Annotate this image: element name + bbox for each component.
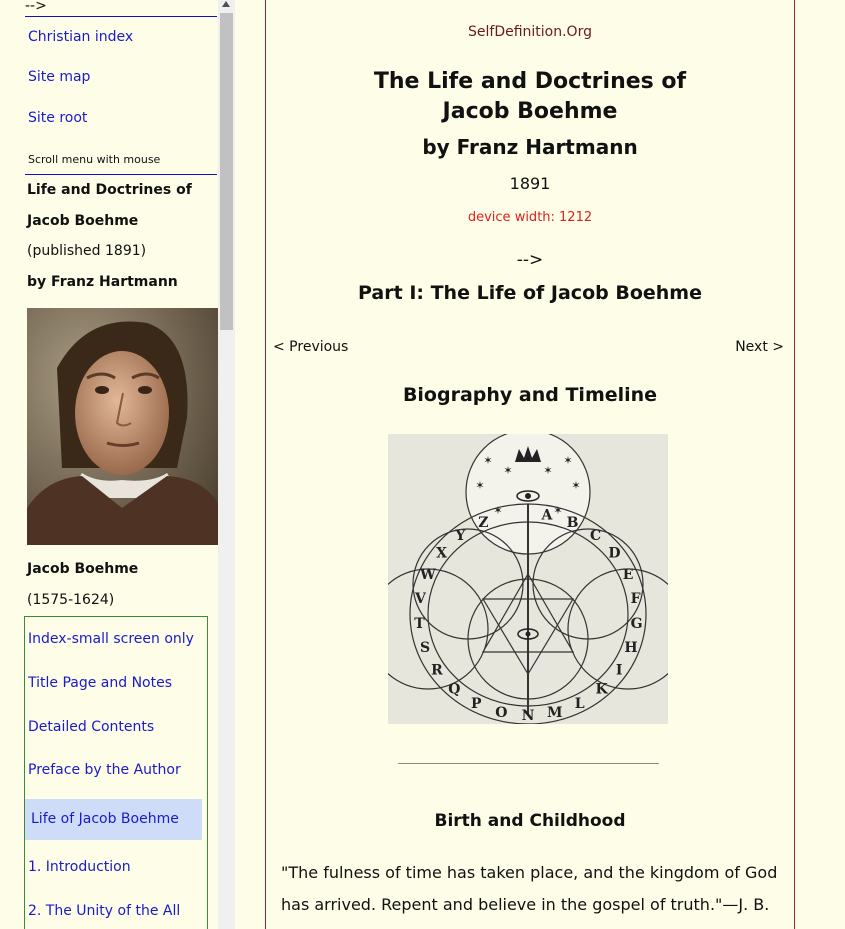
emblem-star-icon: ✶ (571, 479, 580, 492)
emblem-letter: R (431, 663, 443, 679)
christian-index-link[interactable]: Christian index (28, 29, 133, 45)
menu-life-of-jacob-boehme[interactable]: Life of Jacob Boehme (31, 811, 179, 827)
section-divider (398, 763, 659, 764)
site-root-link[interactable]: Site root (28, 110, 87, 126)
title-line2: Jacob Boehme (442, 99, 618, 124)
menu-detailed-contents[interactable]: Detailed Contents (28, 719, 154, 735)
emblem-star-icon: ✶ (503, 464, 512, 477)
emblem-star-icon: ✶ (543, 464, 552, 477)
emblem-letter: W (419, 567, 436, 583)
divider (25, 16, 217, 17)
emblem-letter: G (631, 616, 643, 632)
section-heading: Biography and Timeline (402, 384, 658, 406)
portrait-caption-dates: (1575-1624) (27, 592, 115, 608)
title-line1: The Life and Doctrines of (373, 69, 687, 94)
emblem-letter: N (522, 708, 535, 724)
opening-quote: "The fulness of time has taken place, an… (281, 857, 791, 921)
emblem-star-icon: ✶ (475, 479, 484, 492)
quote-line2: has arrived. Repent and believe in the g… (281, 895, 770, 914)
book-title-line1: Life and Doctrines of (27, 182, 192, 198)
emblem-star-icon: ✶ (493, 504, 502, 517)
mystical-emblem-image: ✶ ✶ ✶ ✶ ✶ ✶ ✶ ✶ ABCDEFGHIKLMNOPQRSTVWXYZ (388, 434, 668, 724)
subsection-heading: Birth and Childhood (434, 811, 626, 831)
emblem-letter: O (495, 705, 507, 721)
emblem-letter: K (596, 682, 609, 698)
emblem-letter: Y (454, 528, 466, 544)
next-link[interactable]: Next > (735, 339, 784, 355)
sidebar-author: by Franz Hartmann (27, 274, 178, 290)
menu-preface[interactable]: Preface by the Author (28, 762, 181, 778)
emblem-letter: P (471, 696, 482, 712)
sidebar-top-arrow: --> (25, 0, 47, 14)
menu-introduction[interactable]: 1. Introduction (28, 859, 131, 875)
device-width-readout: device width: 1212 (467, 210, 593, 225)
book-title-line2: Jacob Boehme (27, 213, 139, 229)
publication-year: 1891 (509, 174, 551, 193)
menu-index-small-screen[interactable]: Index-small screen only (28, 631, 194, 647)
quote-line1: "The fulness of time has taken place, an… (281, 863, 778, 882)
scroll-hint: Scroll menu with mouse (28, 153, 161, 166)
emblem-letter: A (540, 508, 553, 524)
emblem-letter: H (624, 640, 637, 656)
emblem-letter: C (590, 528, 601, 544)
site-name: SelfDefinition.Org (468, 24, 592, 40)
emblem-letter: L (575, 696, 585, 712)
menu-title-page[interactable]: Title Page and Notes (28, 675, 172, 691)
emblem-letter: X (436, 546, 447, 562)
emblem-letter: F (631, 591, 641, 607)
jacob-boehme-portrait (27, 308, 218, 545)
page-title: The Life and Doctrines of Jacob Boehme (266, 67, 794, 127)
published-note: (published 1891) (27, 243, 147, 259)
emblem-star-icon: ✶ (483, 454, 492, 467)
divider (25, 174, 217, 175)
emblem-letter: I (616, 663, 623, 679)
emblem-letter: S (420, 640, 430, 656)
sidebar-scrollbar[interactable] (218, 0, 235, 929)
sidebar: --> Christian index Site map Site root S… (0, 0, 218, 929)
previous-link[interactable]: < Previous (273, 339, 348, 355)
emblem-letter: M (547, 705, 563, 721)
scroll-up-arrow-icon[interactable] (222, 1, 230, 7)
emblem-star-icon: ✶ (563, 454, 572, 467)
portrait-caption-name: Jacob Boehme (27, 561, 139, 577)
site-map-link[interactable]: Site map (28, 69, 90, 85)
emblem-letter: V (414, 591, 427, 607)
author-heading: by Franz Hartmann (422, 135, 638, 159)
emblem-letter: B (567, 515, 579, 531)
emblem-letter: T (414, 616, 425, 632)
arrow-text: --> (516, 250, 544, 270)
emblem-letter: D (608, 546, 620, 562)
emblem-letter: Q (448, 682, 460, 698)
emblem-letter: E (623, 567, 634, 583)
scrollbar-thumb[interactable] (220, 13, 233, 330)
menu-unity-of-the-all[interactable]: 2. The Unity of the All (28, 903, 180, 919)
part-heading: Part I: The Life of Jacob Boehme (358, 282, 702, 304)
main-content: SelfDefinition.Org The Life and Doctrine… (265, 0, 795, 929)
emblem-star-icon: ✶ (553, 504, 562, 517)
emblem-letter: Z (478, 515, 488, 531)
